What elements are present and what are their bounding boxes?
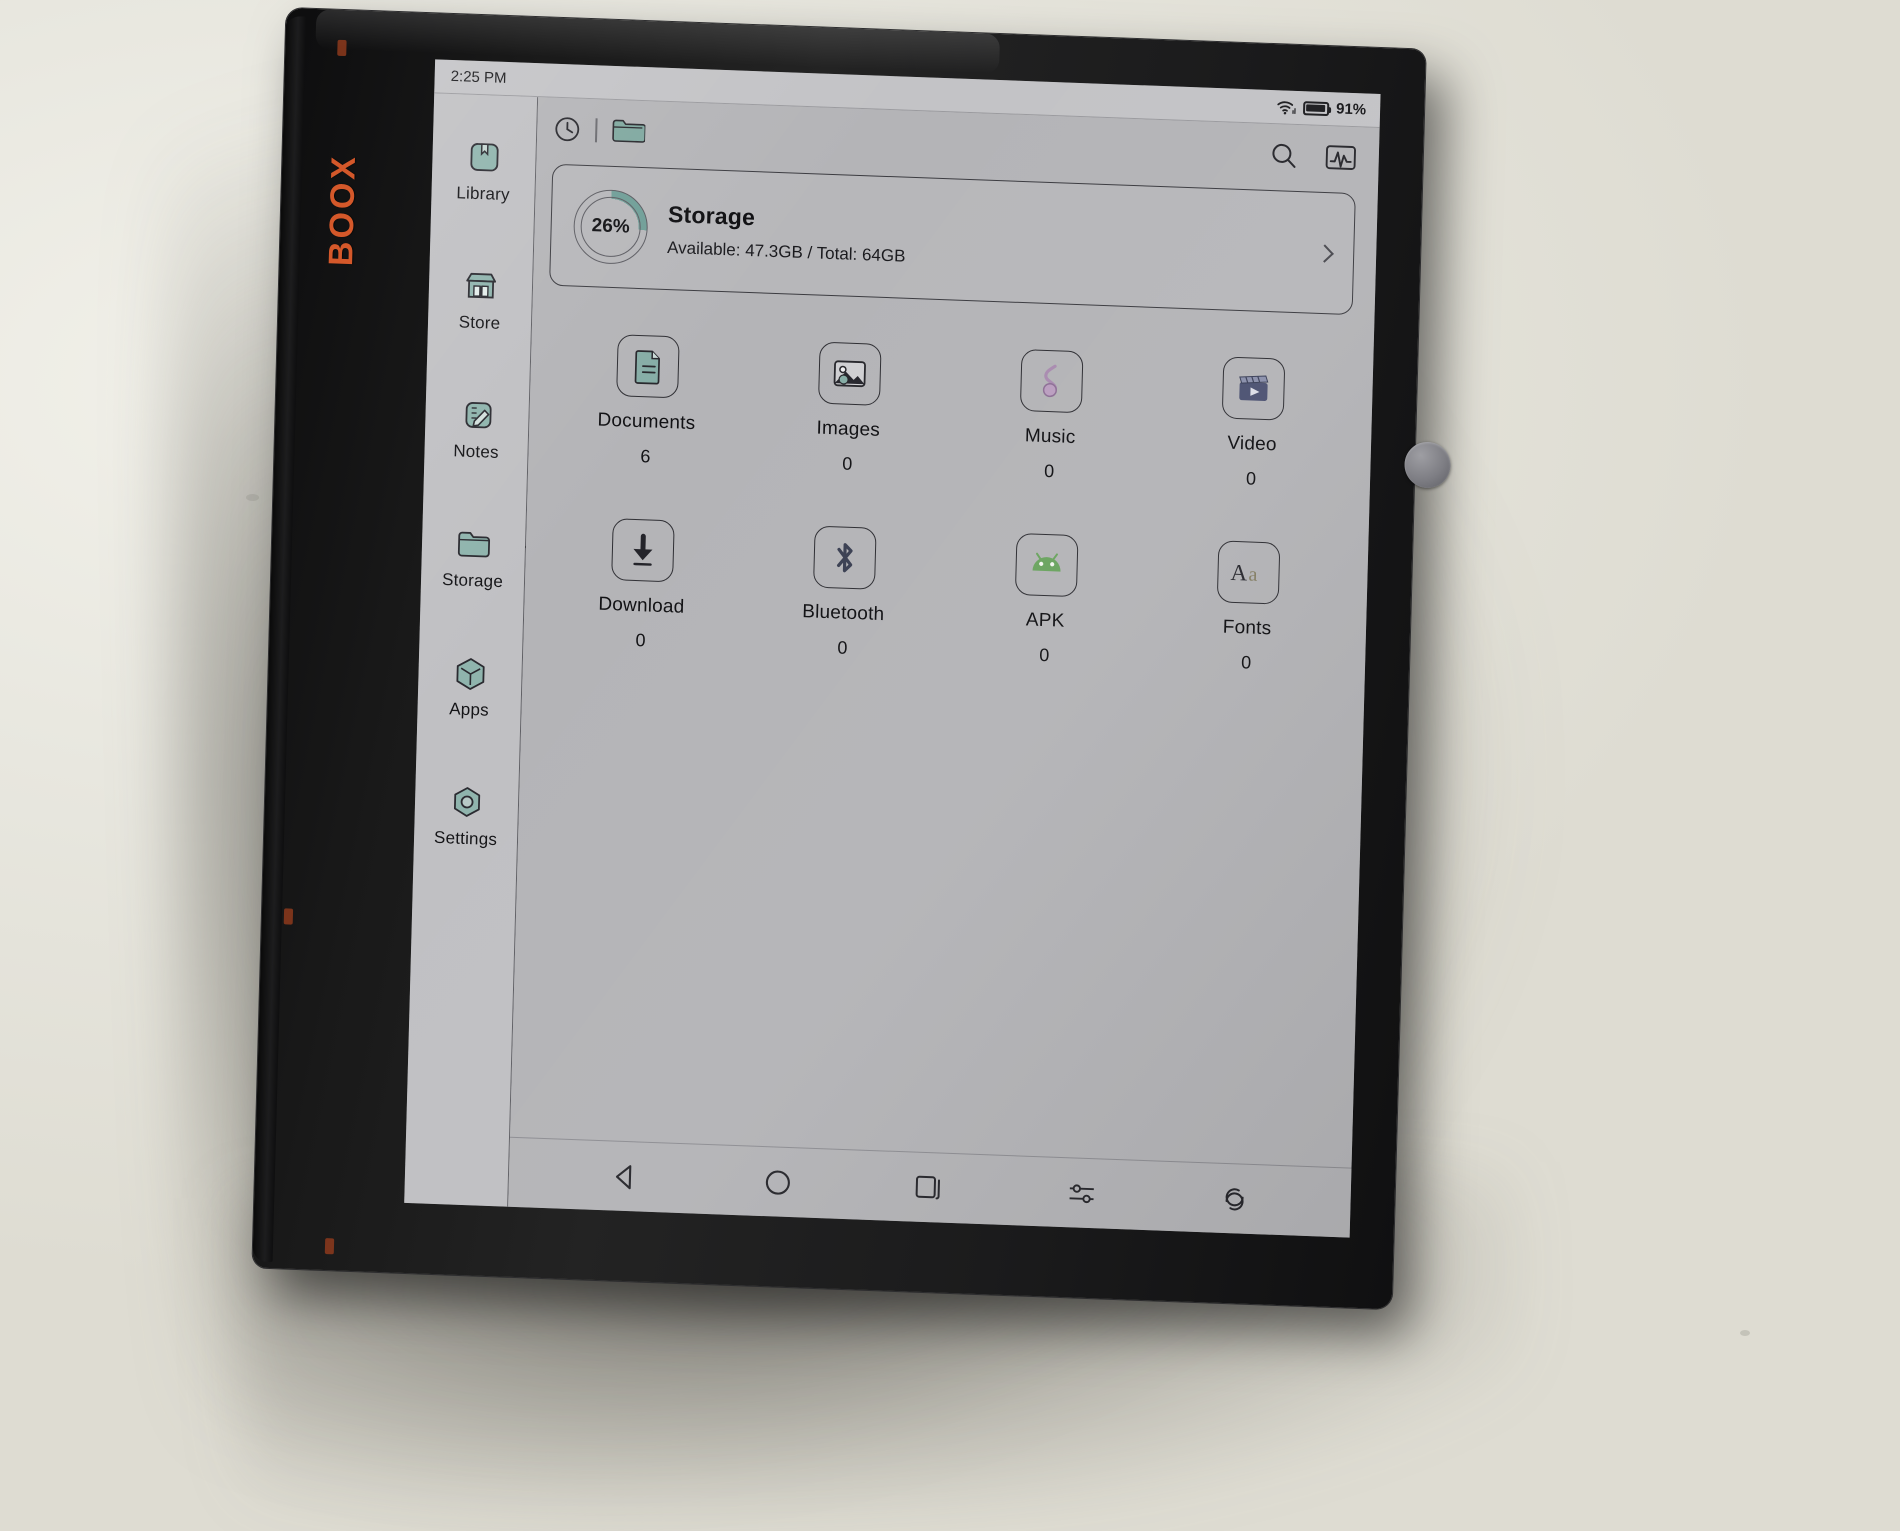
- home-circle-icon[interactable]: [751, 1155, 804, 1209]
- boox-brand-logo: BOOX: [322, 153, 364, 267]
- sidebar-item-storage[interactable]: Storage: [421, 522, 537, 593]
- category-count: 0: [1043, 460, 1055, 482]
- sidebar-item-notes[interactable]: Notes: [424, 393, 529, 464]
- boox-tablet: BOOX 2:25 PM 91% Library Store Notes Sto…: [252, 7, 1452, 1310]
- category-label: Music: [1024, 425, 1076, 449]
- bezel-accent-mid: [283, 908, 294, 925]
- clock-icon[interactable]: [553, 115, 582, 144]
- category-label: APK: [1025, 609, 1065, 632]
- category-count: 0: [837, 637, 848, 658]
- svg-text:a: a: [1248, 563, 1258, 585]
- activity-chart-icon[interactable]: [1324, 142, 1357, 173]
- sidebar-label: Settings: [433, 827, 498, 850]
- bezel-accent-top: [337, 39, 347, 57]
- desk-speck: [1740, 1330, 1750, 1336]
- settings-sliders-icon[interactable]: [1055, 1166, 1108, 1220]
- category-label: Fonts: [1222, 616, 1272, 640]
- category-tile-fonts[interactable]: A a Fonts 0: [1145, 538, 1350, 677]
- category-tile-video[interactable]: Video 0: [1150, 354, 1355, 493]
- storage-usage-ring: 26%: [572, 188, 649, 266]
- battery-icon: [1302, 100, 1330, 116]
- category-tile-music[interactable]: Music 0: [948, 346, 1153, 485]
- music-note-icon: [1019, 349, 1084, 414]
- storage-text-block: Storage Available: 47.3GB / Total: 64GB: [667, 200, 1319, 281]
- status-indicators: 91%: [1276, 98, 1366, 118]
- sidebar-item-settings[interactable]: Settings: [414, 780, 519, 851]
- category-label: Download: [598, 593, 685, 618]
- search-icon[interactable]: [1268, 140, 1299, 171]
- category-count: 0: [1245, 468, 1257, 489]
- category-count: 6: [640, 446, 651, 467]
- apps-cube-icon: [450, 652, 491, 693]
- font-aa-icon: A a: [1216, 540, 1281, 605]
- eink-screen: 2:25 PM 91% Library Store Notes Storage …: [404, 59, 1381, 1238]
- refresh-swirl-icon[interactable]: [1208, 1172, 1261, 1226]
- download-arrow-icon: [611, 518, 675, 583]
- category-count: 0: [1038, 644, 1050, 666]
- wifi-icon: [1276, 99, 1296, 116]
- category-label: Images: [816, 417, 881, 441]
- status-time: 2:25 PM: [450, 67, 507, 87]
- notes-pencil-icon: [457, 394, 498, 435]
- storage-summary-card[interactable]: 26% Storage Available: 47.3GB / Total: 6…: [549, 163, 1356, 316]
- main-content: 26% Storage Available: 47.3GB / Total: 6…: [508, 97, 1380, 1238]
- sidebar-label: Storage: [441, 569, 504, 592]
- photo-scene: BOOX 2:25 PM 91% Library Store Notes Sto…: [0, 0, 1900, 1531]
- folder-icon: [453, 523, 494, 564]
- category-count: 0: [842, 453, 853, 474]
- category-label: Video: [1227, 432, 1277, 456]
- category-tile-bluetooth[interactable]: Bluetooth 0: [741, 523, 946, 662]
- category-count: 0: [1240, 652, 1252, 673]
- category-grid: Documents 6 Images 0 Music 0 Video 0 Dow…: [539, 332, 1355, 677]
- toolbar-divider: [594, 118, 598, 143]
- storage-percent-label: 26%: [591, 215, 630, 238]
- document-icon: [616, 334, 680, 399]
- sidebar-label: Library: [456, 183, 510, 205]
- category-tile-documents[interactable]: Documents 6: [544, 332, 749, 471]
- battery-percent: 91%: [1335, 100, 1367, 119]
- category-label: Bluetooth: [802, 601, 885, 626]
- image-icon: [817, 341, 882, 406]
- sidebar-label: Store: [458, 312, 501, 333]
- store-icon: [460, 265, 501, 306]
- back-triangle-icon[interactable]: [598, 1150, 651, 1204]
- sidebar-item-library[interactable]: Library: [431, 135, 536, 206]
- android-robot-icon: [1014, 532, 1079, 598]
- category-count: 0: [635, 630, 646, 651]
- sidebar-label: Notes: [453, 441, 499, 462]
- desk-speck: [246, 494, 259, 501]
- bezel-accent-bottom: [324, 1238, 335, 1255]
- settings-gear-icon: [446, 781, 487, 822]
- svg-text:A: A: [1230, 560, 1248, 586]
- bluetooth-icon: [812, 525, 877, 590]
- sidebar-label: Apps: [449, 699, 490, 720]
- category-tile-download[interactable]: Download 0: [539, 516, 744, 655]
- category-tile-images[interactable]: Images 0: [746, 339, 951, 478]
- recents-square-icon[interactable]: [903, 1161, 956, 1215]
- folder-icon[interactable]: [610, 117, 646, 146]
- category-tile-apk[interactable]: APK 0: [943, 530, 1148, 669]
- category-label: Documents: [597, 409, 696, 435]
- library-book-icon: [463, 136, 504, 177]
- sidebar-item-store[interactable]: Store: [428, 264, 533, 335]
- sidebar-item-apps[interactable]: Apps: [417, 651, 522, 722]
- video-clapper-icon: [1221, 356, 1286, 421]
